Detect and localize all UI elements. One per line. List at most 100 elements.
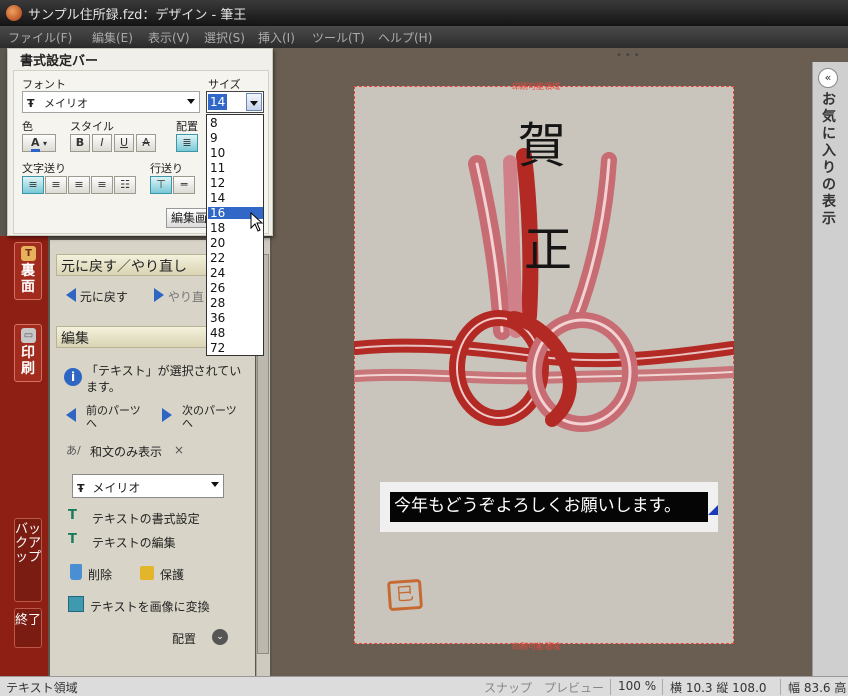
info-icon: i xyxy=(64,368,82,386)
favorites-toggle[interactable]: お気に入りの表示 xyxy=(818,92,840,228)
menu-insert[interactable]: 挿入(I) xyxy=(258,29,295,46)
menu-edit[interactable]: 編集(E) xyxy=(92,29,133,46)
text-format-icon: T xyxy=(68,508,77,523)
resize-handle-icon[interactable] xyxy=(708,505,718,515)
status-zoom: 100 % xyxy=(618,679,657,693)
chevron-down-icon xyxy=(211,482,219,487)
kanji-ga: 賀 xyxy=(518,118,567,174)
style-label: スタイル xyxy=(70,120,114,133)
menu-view[interactable]: 表示(V) xyxy=(148,29,190,46)
line-align-top-icon[interactable]: ⊤ xyxy=(150,176,172,194)
size-label: サイズ xyxy=(208,78,241,91)
trash-icon xyxy=(70,564,82,580)
text-format-link[interactable]: テキストの書式設定 xyxy=(92,510,200,527)
size-dropdown-list[interactable]: 8 9 10 11 12 14 16 18 20 22 24 26 28 36 … xyxy=(206,114,264,356)
undo-label: 元に戻す xyxy=(79,290,128,304)
status-width: 幅 83.6 高 xyxy=(788,681,847,695)
greeting-text-box[interactable]: 今年もどうぞよろしくお願いします。 xyxy=(380,482,718,532)
size-option[interactable]: 36 xyxy=(208,312,263,324)
protect-button[interactable]: 保護 xyxy=(160,566,184,583)
size-option[interactable]: 9 xyxy=(208,132,263,144)
text-color-button[interactable]: A ▾ xyxy=(22,134,56,152)
seal-stamp[interactable]: 巳 xyxy=(386,578,424,612)
size-option[interactable]: 20 xyxy=(208,237,263,249)
align-justify-icon[interactable]: ≡ xyxy=(91,176,113,194)
text-edit-icon: T xyxy=(68,532,77,547)
tab-backup[interactable]: バックアップ xyxy=(14,518,42,602)
status-divider xyxy=(662,679,663,695)
delete-button[interactable]: 削除 xyxy=(88,566,112,583)
panel-font-select[interactable]: Ŧ メイリオ xyxy=(72,474,224,498)
italic-button[interactable]: I xyxy=(92,134,112,152)
app-icon[interactable] xyxy=(6,5,22,21)
next-part-line-2[interactable]: へ xyxy=(182,415,193,431)
size-option[interactable]: 48 xyxy=(208,327,263,339)
snap-toggle[interactable]: スナップ xyxy=(484,679,532,696)
print-icon: ▭ xyxy=(21,328,36,343)
line-spacing-label: 行送り xyxy=(150,162,183,175)
menu-tools[interactable]: ツール(T) xyxy=(312,29,365,46)
line-align-middle-icon[interactable]: ═ xyxy=(173,176,195,194)
size-select-value[interactable]: 14 xyxy=(208,94,228,110)
font-select-value: メイリオ xyxy=(44,97,89,110)
redo-arrow-icon xyxy=(154,288,164,302)
info-line-1: 「テキスト」が選択されてい xyxy=(86,364,242,378)
size-option[interactable]: 28 xyxy=(208,297,263,309)
status-divider xyxy=(780,679,781,695)
align-center-icon[interactable]: ≡ xyxy=(45,176,67,194)
size-option[interactable]: 8 xyxy=(208,117,263,129)
redo-label: やり直 xyxy=(167,290,204,304)
tab-back-side[interactable]: T 裏面 xyxy=(14,242,42,300)
size-option[interactable]: 26 xyxy=(208,282,263,294)
menu-help[interactable]: ヘルプ(H) xyxy=(378,29,432,46)
panel-font-value: メイリオ xyxy=(92,481,141,495)
size-option[interactable]: 72 xyxy=(208,342,263,354)
next-part-arrow-icon[interactable] xyxy=(162,408,172,425)
menu-select[interactable]: 選択(S) xyxy=(204,29,245,46)
text-edit-link[interactable]: テキストの編集 xyxy=(92,534,176,551)
menu-bar: ファイル(F) 編集(E) 表示(V) 選択(S) 挿入(I) ツール(T) ヘ… xyxy=(0,26,848,48)
layout-button[interactable]: 配置 ⌄ xyxy=(172,629,228,647)
size-option[interactable]: 22 xyxy=(208,252,263,264)
close-icon[interactable]: × xyxy=(174,443,184,457)
strikethrough-button[interactable]: A xyxy=(136,134,156,152)
chevron-down-icon: ▾ xyxy=(43,139,48,148)
menu-file[interactable]: ファイル(F) xyxy=(8,29,72,46)
align-horizontal-icon[interactable]: ≣ xyxy=(176,134,198,152)
font-select[interactable]: Ŧ メイリオ xyxy=(22,91,200,113)
expand-down-icon: ⌄ xyxy=(212,629,228,645)
lock-icon xyxy=(140,566,154,580)
tab-backup-label: バックアップ xyxy=(15,522,42,565)
align-left-icon[interactable]: ≡ xyxy=(22,176,44,194)
size-option[interactable]: 24 xyxy=(208,267,263,279)
size-option[interactable]: 14 xyxy=(208,192,263,204)
text-color-icon: A xyxy=(30,136,40,152)
splitter-grip[interactable]: ••• xyxy=(616,51,646,61)
layout-label: 配置 xyxy=(172,632,197,646)
tab-exit[interactable]: 終了 xyxy=(14,608,42,648)
collapse-icon[interactable]: « xyxy=(818,68,838,88)
redo-button[interactable]: やり直 xyxy=(154,288,204,305)
text-to-image-link[interactable]: テキストを画像に変換 xyxy=(90,598,210,615)
size-option[interactable]: 12 xyxy=(208,177,263,189)
status-mode: テキスト領域 xyxy=(6,681,78,695)
size-option[interactable]: 11 xyxy=(208,162,263,174)
format-bar-title[interactable]: 書式設定バー xyxy=(8,50,264,69)
size-dropdown-button[interactable] xyxy=(246,93,262,111)
tab-exit-label: 終了 xyxy=(15,613,42,628)
tab-print[interactable]: ▭ 印刷 xyxy=(14,324,42,382)
prev-part-arrow-icon[interactable] xyxy=(66,408,76,425)
font-label: フォント xyxy=(22,78,66,91)
align-right-icon[interactable]: ≡ xyxy=(68,176,90,194)
char-spacing-label: 文字送り xyxy=(22,162,66,175)
japanese-only-toggle[interactable]: 和文のみ表示 xyxy=(90,443,162,460)
size-option[interactable]: 10 xyxy=(208,147,263,159)
preview-toggle[interactable]: プレビュー xyxy=(544,679,604,696)
font-type-icon: Ŧ xyxy=(27,97,35,110)
prev-part-line-2[interactable]: へ xyxy=(86,415,97,431)
align-distribute-icon[interactable]: ☷ xyxy=(114,176,136,194)
bold-button[interactable]: B xyxy=(70,134,90,152)
status-position: 横 10.3 縦 108.0 xyxy=(670,681,767,695)
undo-button[interactable]: 元に戻す xyxy=(66,288,128,305)
underline-button[interactable]: U xyxy=(114,134,134,152)
